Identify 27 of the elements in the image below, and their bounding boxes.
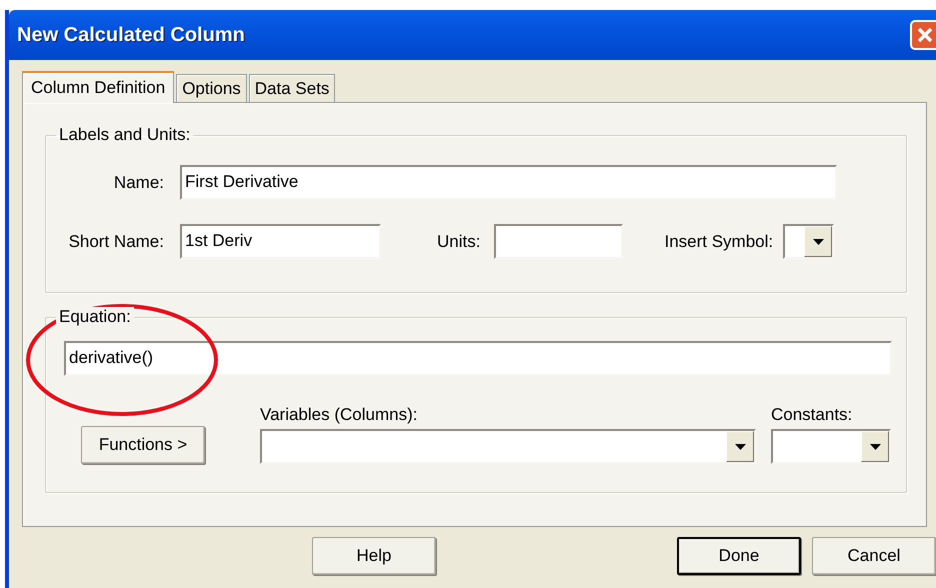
input-field[interactable] [494,224,624,259]
functions-button[interactable]: Functions > [81,426,205,464]
field-label: Constants: [771,405,854,425]
dialog-button[interactable]: Help [312,537,436,575]
dialog-button[interactable]: Cancel [812,537,936,575]
caret-icon [870,444,880,450]
dropdown-field[interactable] [771,429,891,464]
tab[interactable]: Column Definition [22,71,174,103]
field-label: Name: [112,172,164,192]
group-title: Equation: [56,307,134,327]
equation-field[interactable]: derivative() [64,341,892,376]
caret-icon [734,444,746,450]
dropdown-field[interactable] [260,429,756,464]
field-label: Insert Symbol: [664,232,774,252]
field-label: Units: [437,232,480,252]
input-field[interactable]: 1st Deriv [180,224,381,259]
input-field[interactable]: First Derivative [180,165,837,200]
tab[interactable]: Options [176,74,247,102]
dialog-button[interactable]: Done [677,537,801,575]
dropdown-field[interactable] [783,224,834,259]
window-title: New Calculated Column [17,24,245,46]
group-title: Labels and Units: [58,125,192,145]
field-label: Variables (Columns): [260,405,418,425]
close-icon[interactable] [910,20,936,50]
caret-icon [812,238,824,244]
tab[interactable]: Data Sets [248,74,336,102]
field-label: Short Name: [68,232,164,252]
